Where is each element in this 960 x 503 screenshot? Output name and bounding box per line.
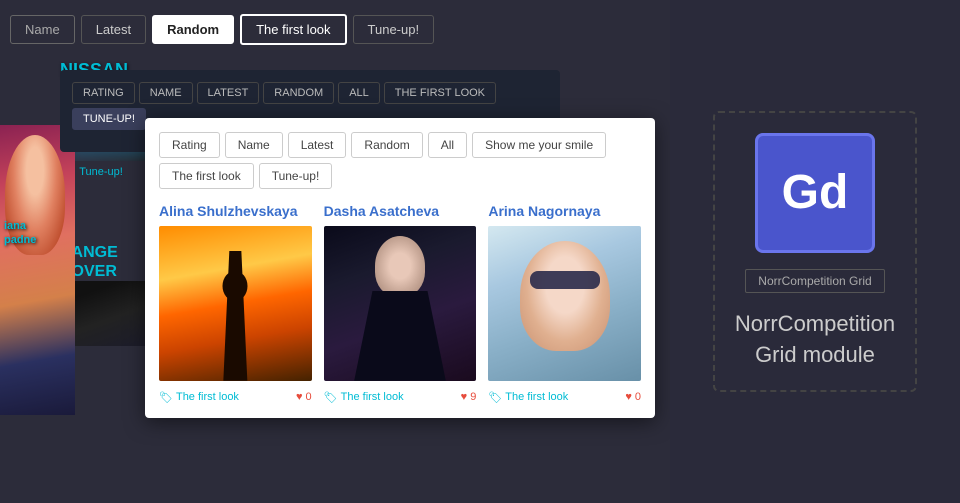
tag-icon-2: 🏷 [324, 391, 338, 404]
heart-icon-3: ♥ [625, 391, 632, 403]
firstlook-tag-2: 🏷 The first look [324, 391, 404, 404]
person-photo-1 [159, 226, 312, 381]
right-panel: Gd NorrCompetition Grid NorrCompetitionG… [670, 0, 960, 503]
module-title: NorrCompetitionGrid module [735, 309, 895, 371]
mf-random[interactable]: RANDOM [263, 82, 334, 104]
mf-latest[interactable]: LATEST [197, 82, 260, 104]
heart-count-2: 9 [470, 391, 476, 403]
mf-all[interactable]: ALL [338, 82, 380, 104]
nav-btn-tuneup[interactable]: Tune-up! [353, 15, 435, 44]
person-card-3: Arina Nagornaya 🏷 The first look ♥ 0 [488, 203, 641, 404]
person-footer-1: 🏷 The first look ♥ 0 [159, 387, 312, 404]
heart-icon-2: ♥ [461, 391, 468, 403]
person-footer-3: 🏷 The first look ♥ 0 [488, 387, 641, 404]
right-panel-inner: Gd NorrCompetition Grid NorrCompetitionG… [713, 111, 917, 393]
person-footer-2: 🏷 The first look ♥ 9 [324, 387, 477, 404]
gd-logo-box: Gd [755, 133, 875, 253]
nav-btn-random[interactable]: Random [152, 15, 234, 44]
mf-rating[interactable]: RATING [72, 82, 135, 104]
mf-tuneup[interactable]: TUNE-UP! [72, 108, 146, 130]
main-f-name[interactable]: Name [225, 132, 283, 158]
nav-btn-name[interactable]: Name [10, 15, 75, 44]
person-name-part2: padne [4, 234, 36, 246]
heart-section-1: ♥ 0 [296, 391, 312, 403]
tag-label-3: The first look [505, 391, 568, 403]
heart-section-3: ♥ 0 [625, 391, 641, 403]
person-image-left [0, 125, 75, 415]
mf-firstlook[interactable]: THE FIRST LOOK [384, 82, 496, 104]
tag-label-2: The first look [341, 391, 404, 403]
main-card: Rating Name Latest Random All Show me yo… [145, 118, 655, 418]
firstlook-tag-3: 🏷 The first look [488, 391, 568, 404]
person-name-2: Dasha Asatcheva [324, 203, 477, 220]
people-grid: Alina Shulzhevskaya 🏷 The first look ♥ 0… [159, 203, 641, 404]
nav-btn-latest[interactable]: Latest [81, 15, 146, 44]
nissan-tag-label: Tune-up! [79, 166, 123, 178]
person-photo-2 [324, 226, 477, 381]
person-name-part1: iana [4, 220, 26, 232]
mf-name[interactable]: NAME [139, 82, 193, 104]
tag-icon-1: 🏷 [159, 391, 173, 404]
person-name-3: Arina Nagornaya [488, 203, 641, 220]
heart-count-3: 0 [635, 391, 641, 403]
main-filter-row: Rating Name Latest Random All Show me yo… [159, 132, 641, 189]
left-text-overlay: iana padne [0, 215, 75, 252]
tag-icon-3: 🏷 [488, 391, 502, 404]
gd-logo-text: Gd [782, 165, 849, 220]
main-f-all[interactable]: All [428, 132, 467, 158]
main-f-smile[interactable]: Show me your smile [472, 132, 606, 158]
heart-section-2: ♥ 9 [461, 391, 477, 403]
person-name-1: Alina Shulzhevskaya [159, 203, 312, 220]
main-f-tuneup[interactable]: Tune-up! [259, 163, 333, 189]
top-nav: Name Latest Random The first look Tune-u… [0, 0, 670, 58]
person-card-1: Alina Shulzhevskaya 🏷 The first look ♥ 0 [159, 203, 312, 404]
firstlook-tag-1: 🏷 The first look [159, 391, 239, 404]
tag-label-1: The first look [176, 391, 239, 403]
person-left-card [0, 125, 75, 415]
main-f-rating[interactable]: Rating [159, 132, 220, 158]
heart-count-1: 0 [306, 391, 312, 403]
main-f-random[interactable]: Random [351, 132, 422, 158]
heart-icon-1: ♥ [296, 391, 303, 403]
main-f-latest[interactable]: Latest [288, 132, 347, 158]
person-photo-3 [488, 226, 641, 381]
nav-btn-firstlook[interactable]: The first look [240, 14, 346, 45]
person-card-2: Dasha Asatcheva 🏷 The first look ♥ 9 [324, 203, 477, 404]
main-f-firstlook[interactable]: The first look [159, 163, 254, 189]
left-panel: Name Latest Random The first look Tune-u… [0, 0, 670, 503]
logo-sublabel: NorrCompetition Grid [745, 269, 884, 293]
